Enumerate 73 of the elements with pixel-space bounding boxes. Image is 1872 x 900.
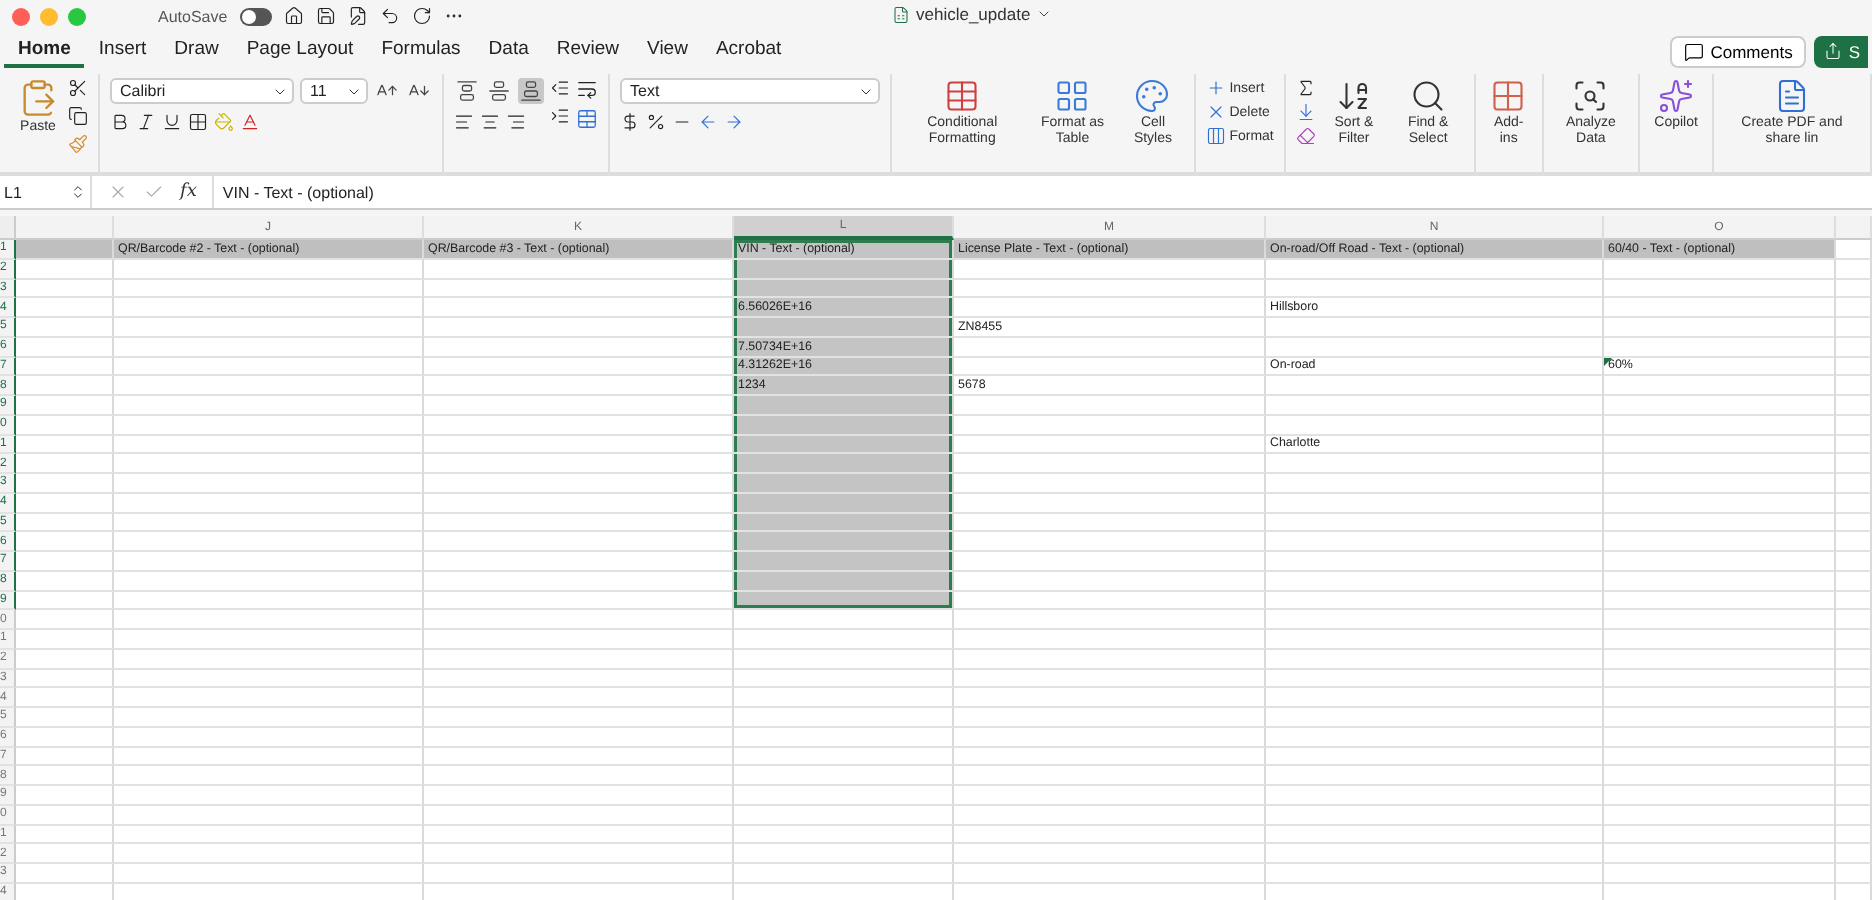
underline-icon bbox=[162, 112, 182, 132]
ribbon-tab[interactable]: View bbox=[633, 34, 702, 68]
fill-down-icon bbox=[1295, 102, 1316, 122]
copilot-icon bbox=[1658, 78, 1695, 114]
redo-icon bbox=[411, 6, 432, 26]
cut-icon bbox=[68, 78, 88, 98]
analyze-data-icon bbox=[1572, 78, 1609, 114]
caret-icon bbox=[1036, 6, 1053, 22]
eraser-icon bbox=[1295, 126, 1316, 146]
align-center-icon bbox=[480, 112, 500, 132]
stepper-icon bbox=[70, 184, 86, 200]
copy-icon bbox=[68, 106, 88, 126]
vertical-align-button[interactable] bbox=[518, 78, 544, 104]
edit-file-icon bbox=[347, 6, 368, 26]
window-title: vehicle_update bbox=[916, 4, 1031, 24]
font-color-icon bbox=[240, 112, 260, 132]
delete-cells-icon bbox=[1205, 102, 1226, 122]
clipboard-icon bbox=[18, 78, 58, 118]
home-icon bbox=[283, 6, 304, 26]
autosave-label: AutoSave bbox=[158, 7, 228, 25]
save-icon bbox=[315, 6, 336, 26]
currency-icon bbox=[620, 112, 640, 132]
add-ins-icon bbox=[1490, 78, 1527, 114]
sum-icon bbox=[1295, 78, 1316, 98]
ribbon-tab[interactable]: Formulas bbox=[367, 34, 475, 68]
align-icon bbox=[456, 80, 478, 102]
bold-icon bbox=[110, 112, 130, 132]
merge-cells-icon bbox=[576, 108, 598, 130]
sort-filter-icon bbox=[1335, 78, 1372, 114]
format-painter-icon bbox=[68, 134, 88, 154]
fill-color-icon bbox=[214, 112, 234, 132]
indent-decrease-icon bbox=[550, 78, 570, 98]
name-box[interactable]: L1 bbox=[0, 176, 92, 208]
ribbon-tab[interactable]: Draw bbox=[160, 34, 233, 68]
enter-icon bbox=[144, 182, 164, 202]
cell-styles-icon bbox=[1134, 78, 1171, 114]
borders-icon bbox=[188, 112, 208, 132]
autosave-toggle[interactable] bbox=[239, 7, 272, 25]
number-format-select[interactable]: Text bbox=[620, 78, 880, 104]
align-icon bbox=[520, 80, 542, 102]
formula-field[interactable]: VIN - Text - (optional) bbox=[214, 183, 374, 201]
ribbon-tab[interactable]: Home bbox=[4, 34, 85, 68]
conditional-formatting-icon bbox=[944, 78, 981, 114]
comment-icon bbox=[1684, 41, 1705, 61]
percent-icon bbox=[646, 112, 666, 132]
format-cells-icon bbox=[1205, 126, 1226, 146]
font-name-select[interactable]: Calibri bbox=[110, 78, 294, 104]
align-icon bbox=[488, 80, 510, 102]
align-right-icon bbox=[506, 112, 526, 132]
spreadsheet-file-icon bbox=[892, 5, 910, 23]
align-left-icon bbox=[454, 112, 474, 132]
wrap-text-icon bbox=[576, 78, 598, 100]
cancel-icon bbox=[108, 182, 128, 202]
italic-icon bbox=[136, 112, 156, 132]
ribbon-tab[interactable]: Review bbox=[542, 34, 634, 68]
vertical-align-button[interactable] bbox=[454, 78, 480, 104]
insert-cells-icon bbox=[1205, 78, 1226, 98]
indent-increase-icon bbox=[550, 106, 570, 126]
undo-icon bbox=[379, 6, 400, 26]
ribbon-tab[interactable]: Acrobat bbox=[701, 34, 796, 68]
comments-button[interactable]: Comments bbox=[1670, 35, 1807, 67]
font-size-select[interactable]: 11 bbox=[300, 78, 368, 104]
function-button[interactable]: fx bbox=[180, 182, 197, 202]
vertical-align-button[interactable] bbox=[486, 78, 512, 104]
ribbon-tab[interactable]: Insert bbox=[84, 34, 161, 68]
share-button[interactable]: S bbox=[1814, 35, 1868, 67]
ribbon-tab[interactable]: Page Layout bbox=[232, 34, 368, 68]
table-format-icon bbox=[1054, 78, 1091, 114]
window-controls[interactable] bbox=[12, 7, 86, 25]
share-icon bbox=[1824, 42, 1843, 60]
pdf-icon bbox=[1773, 78, 1810, 114]
ribbon-tab[interactable]: Data bbox=[474, 34, 543, 68]
search-icon bbox=[1410, 78, 1447, 114]
